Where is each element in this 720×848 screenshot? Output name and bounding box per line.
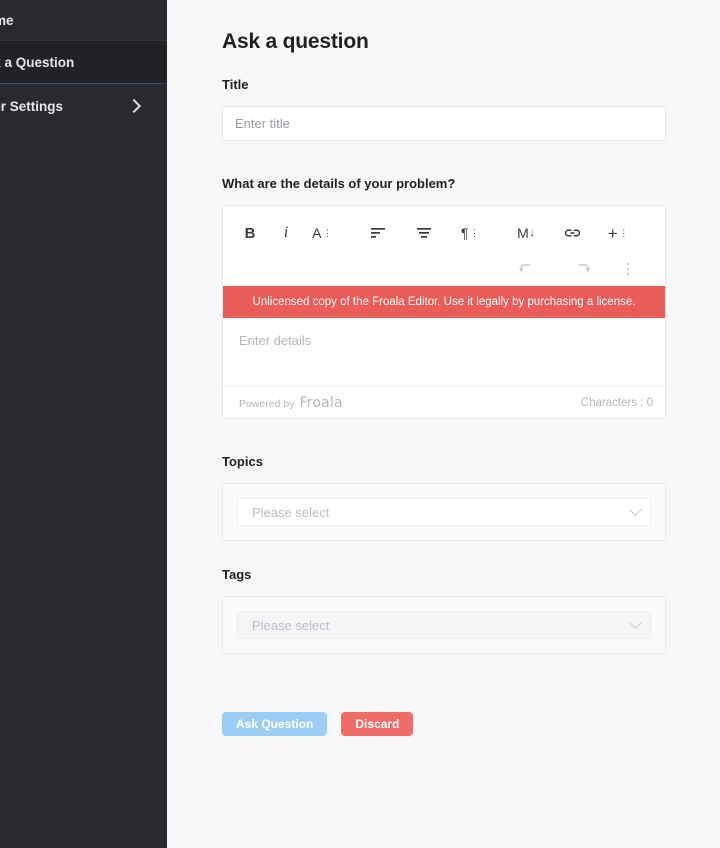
bold-glyph: B (244, 224, 256, 242)
powered-by-label: Powered by (239, 397, 295, 410)
topics-select[interactable]: Please select (237, 498, 651, 527)
chevron-right-icon (126, 98, 142, 114)
sidebar-item-ask-a-question-label: Ask a Question (0, 54, 75, 70)
title-input[interactable] (222, 106, 666, 141)
plus-glyph: + (607, 223, 618, 243)
powered-by-froala: Powered by Froala (239, 395, 343, 411)
bold-icon[interactable]: B (237, 220, 263, 246)
text-color-icon[interactable]: A ⋮ (309, 220, 335, 246)
sidebar-item-user-settings-label: User Settings (0, 98, 64, 114)
insert-link-icon[interactable] (559, 220, 585, 246)
redo-icon[interactable] (569, 256, 595, 282)
text-color-glyph: A (312, 225, 322, 241)
tags-select[interactable]: Please select (237, 611, 651, 640)
sidebar-item-user-settings[interactable]: User Settings (0, 84, 167, 128)
editor-toolbar: B i A ⋮ ¶ ⋮ M ↓ + ⋮ (223, 206, 665, 286)
froala-brand: Froala (299, 394, 343, 411)
topics-select-placeholder: Please select (252, 504, 330, 520)
insert-more-dots: ⋮ (619, 227, 629, 238)
froala-editor: B i A ⋮ ¶ ⋮ M ↓ + ⋮ Unlicensed copy of t… (222, 205, 666, 420)
vertical-dots (626, 262, 630, 276)
discard-button[interactable]: Discard (341, 712, 414, 737)
details-editor-body[interactable]: Enter details (223, 318, 665, 387)
paragraph-dots: ⋮ (470, 227, 480, 238)
align-left-icon[interactable] (365, 220, 391, 246)
text-color-dots: ⋮ (322, 227, 332, 238)
more-options-icon[interactable] (615, 256, 641, 282)
italic-glyph: i (283, 224, 289, 241)
topics-select-card: Please select (222, 483, 666, 542)
sidebar-item-home[interactable]: Home (0, 0, 167, 40)
details-field-label: What are the details of your problem? (222, 176, 456, 191)
title-field-label: Title (222, 77, 249, 92)
page-title: Ask a question (222, 30, 369, 53)
license-warning-banner: Unlicensed copy of the Froala Editor. Us… (223, 286, 665, 319)
topics-field-label: Topics (222, 454, 263, 470)
tags-select-card: Please select (222, 596, 666, 655)
markdown-arrow: ↓ (529, 227, 535, 239)
markdown-glyph: M (517, 225, 529, 241)
ask-question-form: Ask a question Title What are the detail… (167, 0, 720, 737)
chevron-down-icon (629, 503, 642, 516)
insert-more-icon[interactable]: + ⋮ (605, 220, 631, 246)
ask-question-button[interactable]: Ask Question (222, 712, 328, 737)
tags-field-label: Tags (222, 567, 252, 583)
markdown-icon[interactable]: M ↓ (513, 220, 539, 246)
form-actions: Ask Question Discard (222, 654, 666, 737)
line-height-icon[interactable] (411, 220, 437, 246)
sidebar-item-home-label: Home (0, 12, 14, 28)
paragraph-glyph: ¶ (460, 225, 469, 241)
italic-icon[interactable]: i (273, 220, 299, 246)
undo-icon[interactable] (513, 256, 539, 282)
tags-select-placeholder: Please select (252, 617, 330, 633)
main-content: Ask a question Title What are the detail… (167, 0, 720, 848)
sidebar: Home Ask a Question User Settings (0, 0, 167, 848)
paragraph-format-icon[interactable]: ¶ ⋮ (457, 220, 483, 246)
character-counter: Characters : 0 (580, 396, 653, 409)
chevron-down-icon (629, 616, 642, 629)
sidebar-item-ask-a-question[interactable]: Ask a Question (0, 40, 167, 84)
editor-footer: Powered by Froala Characters : 0 (223, 386, 665, 419)
